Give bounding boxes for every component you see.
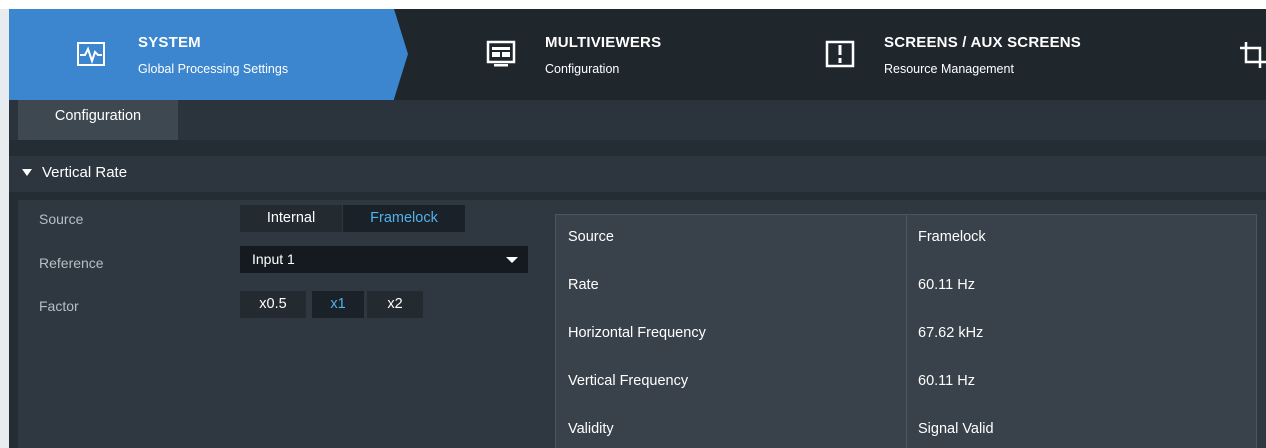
source-label: Source: [39, 211, 84, 227]
app-window: SYSTEM Global Processing Settings MULTIV…: [0, 9, 1266, 448]
screen-split-icon: [824, 38, 856, 70]
table-row: Source Framelock: [556, 215, 1256, 263]
row-key: Horizontal Frequency: [568, 325, 706, 341]
top-nav: SYSTEM Global Processing Settings MULTIV…: [9, 9, 1266, 100]
table-row: Vertical Frequency 60.11 Hz: [556, 359, 1256, 407]
table-row: Rate 60.11 Hz: [556, 263, 1256, 311]
row-key: Source: [568, 229, 614, 245]
tab-configuration[interactable]: Configuration: [18, 100, 178, 140]
row-key: Rate: [568, 277, 599, 293]
row-key: Vertical Frequency: [568, 373, 689, 389]
factor-option-x2[interactable]: x2: [367, 291, 423, 318]
reference-dropdown[interactable]: Input 1: [240, 246, 528, 273]
crop-frame-icon[interactable]: [1236, 38, 1266, 70]
table-row: Validity Signal Valid: [556, 407, 1256, 448]
nav-item-screens[interactable]: SCREENS / AUX SCREENS Resource Managemen…: [814, 9, 1194, 100]
status-table: Source Framelock Rate 60.11 Hz Horizonta…: [555, 214, 1257, 448]
chevron-down-icon: [506, 257, 518, 263]
sub-tab-strip: Configuration: [9, 100, 1266, 140]
multiviewer-display-icon: [485, 38, 517, 70]
row-value: Signal Valid: [918, 421, 994, 437]
vertical-rate-panel: Source Internal Framelock Reference Inpu…: [18, 200, 1266, 448]
reference-value: Input 1: [252, 251, 295, 267]
row-value: 67.62 kHz: [918, 325, 984, 341]
table-row: Horizontal Frequency 67.62 kHz: [556, 311, 1256, 359]
factor-option-x1[interactable]: x1: [312, 291, 364, 318]
row-key: Validity: [568, 421, 614, 437]
row-value: Framelock: [918, 229, 986, 245]
source-option-internal[interactable]: Internal: [240, 205, 342, 232]
nav-title-screens: SCREENS / AUX SCREENS: [884, 34, 1082, 51]
nav-item-system[interactable]: SYSTEM Global Processing Settings: [9, 9, 394, 100]
left-edge: [0, 9, 9, 448]
waveform-monitor-icon: [75, 38, 107, 70]
section-vertical-rate-header[interactable]: Vertical Rate: [9, 156, 1266, 192]
active-nav-arrow: [394, 9, 408, 99]
factor-label: Factor: [39, 298, 79, 314]
caret-down-icon: [22, 169, 32, 176]
row-value: 60.11 Hz: [918, 277, 975, 293]
row-value: 60.11 Hz: [918, 373, 975, 389]
nav-subtitle-system: Global Processing Settings: [138, 62, 289, 76]
nav-subtitle-multiviewers: Configuration: [545, 62, 620, 76]
factor-option-x0-5[interactable]: x0.5: [240, 291, 306, 318]
reference-label: Reference: [39, 255, 104, 271]
nav-title-system: SYSTEM: [138, 34, 201, 51]
nav-subtitle-screens: Resource Management: [884, 62, 1014, 76]
source-option-framelock[interactable]: Framelock: [343, 205, 465, 232]
nav-title-multiviewers: MULTIVIEWERS: [545, 34, 662, 51]
section-title: Vertical Rate: [42, 164, 128, 181]
nav-item-multiviewers[interactable]: MULTIVIEWERS Configuration: [475, 9, 785, 100]
